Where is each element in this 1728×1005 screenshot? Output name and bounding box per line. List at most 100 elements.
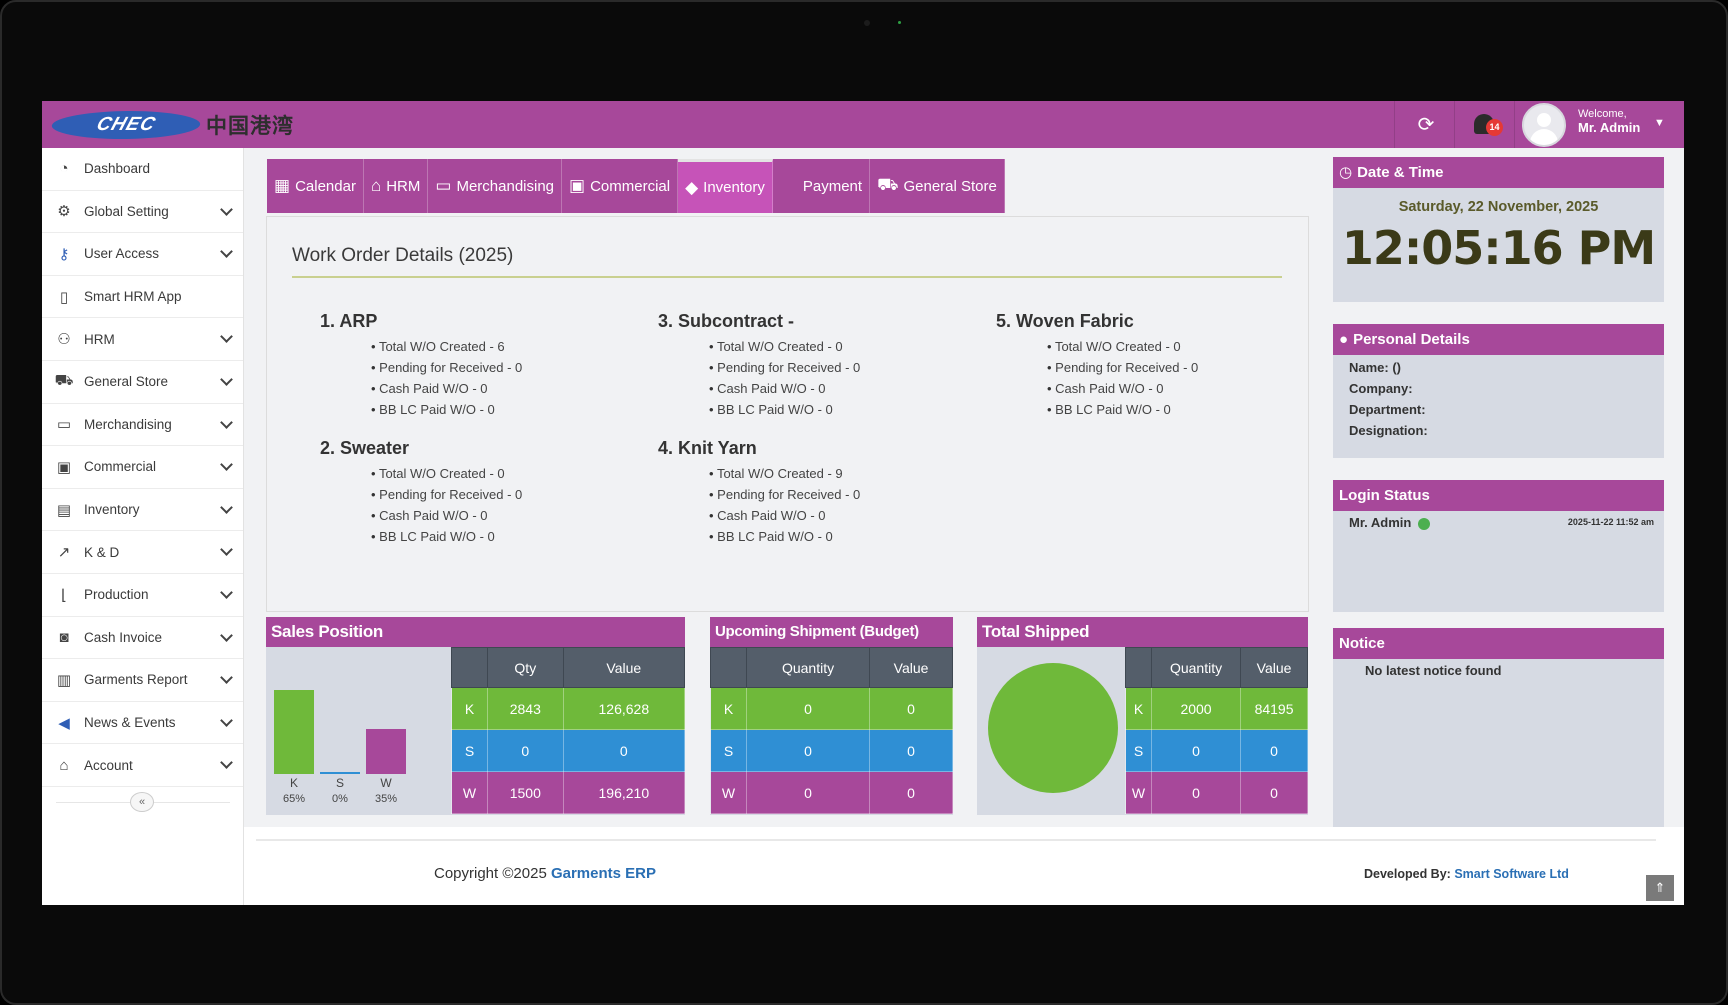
wo-section-heading: 3. Subcontract -	[658, 311, 795, 331]
value-cell: 84195	[1240, 687, 1308, 730]
qty-cell: 2000	[1150, 687, 1242, 730]
wo-line: Pending for Received - 0	[1047, 357, 1296, 378]
wo-section-list: Total W/O Created - 9 Pending for Receiv…	[658, 463, 958, 547]
developer-credit: Developed By: Smart Software Ltd	[1364, 867, 1569, 881]
collapse-sidebar-button[interactable]: «	[130, 792, 154, 812]
bar-category-label: S	[335, 776, 344, 790]
value-cell: 126,628	[562, 687, 686, 730]
online-status-icon	[1417, 517, 1430, 530]
row-label: K	[1125, 687, 1152, 730]
sidebar-item-k-and-d[interactable]: ↗ K & D	[42, 531, 243, 574]
upcoming-shipment-card: Upcoming Shipment (Budget) Quantity Valu…	[710, 617, 953, 815]
table-header-row: Quantity Value	[710, 647, 953, 688]
laptop-icon: ▭	[56, 416, 72, 434]
copyright-text: Copyright ©2025	[434, 865, 551, 882]
home-icon: ⌂	[370, 176, 382, 195]
panel-title: Notice	[1339, 635, 1385, 652]
wo-section-subcontract: 3. Subcontract - Total W/O Created - 0 P…	[658, 311, 958, 420]
sidebar-item-inventory[interactable]: ▤ Inventory	[42, 489, 243, 532]
bar-k	[274, 690, 314, 774]
sidebar-item-label: Smart HRM App	[84, 289, 182, 305]
user-avatar[interactable]	[1522, 103, 1566, 147]
tab-general-store[interactable]: ⛟ General Store	[870, 159, 1005, 213]
login-status-panel: Login Status Mr. Admin 2025-11-22 11:52 …	[1333, 480, 1664, 612]
chevron-down-icon	[220, 500, 233, 514]
welcome-block[interactable]: Welcome, Mr. Admin	[1578, 107, 1640, 135]
sidebar-item-global-setting[interactable]: ⚙ Global Setting	[42, 191, 243, 234]
user-menu-caret-icon[interactable]: ▼	[1654, 117, 1665, 129]
table-header	[451, 647, 488, 688]
developer-link[interactable]: Smart Software Ltd	[1454, 867, 1569, 881]
refresh-icon[interactable]: ⟳	[1412, 111, 1440, 139]
sidebar-item-merchandising[interactable]: ▭ Merchandising	[42, 404, 243, 447]
notification-bell-icon[interactable]: 14	[1470, 110, 1503, 140]
panel-title: Login Status	[1339, 487, 1430, 504]
tab-commercial[interactable]: ▣ Commercial	[562, 159, 679, 213]
panel-header: Login Status	[1333, 480, 1664, 511]
bar-category-label: W	[380, 776, 392, 790]
wo-section-heading: 5. Woven Fabric	[996, 311, 1134, 331]
chevron-down-icon	[220, 713, 233, 727]
sidebar-item-general-store[interactable]: ⛟ General Store	[42, 361, 243, 404]
sidebar-item-garments-report[interactable]: ▥ Garments Report	[42, 659, 243, 702]
sidebar-item-user-access[interactable]: ⚷ User Access	[42, 233, 243, 276]
card-title: Total Shipped	[977, 617, 1308, 647]
table-header-row: Qty Value	[451, 647, 686, 688]
camera-dot	[864, 20, 870, 26]
sidebar-item-account[interactable]: ⌂ Account	[42, 744, 243, 787]
personal-details-list: Name: () Company: Department: Designatio…	[1333, 357, 1664, 441]
wo-section-heading: 2. Sweater	[320, 438, 410, 458]
gauge-icon: ◔	[59, 160, 69, 178]
sidebar-item-label: HRM	[84, 331, 115, 347]
sidebar-item-news-events[interactable]: ◀ News & Events	[42, 702, 243, 745]
wo-line: Cash Paid W/O - 0	[709, 505, 958, 526]
company-logo[interactable]: CHEC 中国港湾	[47, 110, 294, 140]
scroll-to-top-button[interactable]: ⇑	[1646, 875, 1674, 901]
total-shipped-card: Total Shipped Quantity Value K 2000 8419…	[977, 617, 1308, 815]
sidebar-item-label: Account	[84, 757, 133, 773]
sidebar-item-dashboard[interactable]: ◔ Dashboard	[42, 148, 243, 191]
tab-inventory[interactable]: ◆ Inventory	[678, 159, 773, 213]
detail-department: Department:	[1349, 402, 1426, 417]
sidebar: ◔ Dashboard ⚙ Global Setting ⚷ User Acce…	[42, 148, 244, 905]
tab-calendar[interactable]: ▦ Calendar	[267, 159, 364, 213]
app-screen: CHEC 中国港湾 ⟳ 14 Welcome, Mr. Admin ▼ ◔ Da…	[42, 101, 1684, 905]
sidebar-item-commercial[interactable]: ▣ Commercial	[42, 446, 243, 489]
bar-w	[366, 729, 406, 774]
row-label: W	[451, 771, 488, 814]
tab-label: Payment	[802, 177, 863, 195]
wo-line: Cash Paid W/O - 0	[371, 378, 620, 399]
sidebar-item-hrm[interactable]: ⚇ HRM	[42, 318, 243, 361]
copyright-link[interactable]: Garments ERP	[551, 865, 656, 882]
tab-hrm[interactable]: ⌂ HRM	[363, 159, 429, 213]
panel-header: Notice	[1333, 628, 1664, 659]
tab-merchandising[interactable]: ▭ Merchandising	[428, 159, 563, 213]
tab-label: Calendar	[295, 177, 356, 195]
bar-category-label: K	[289, 776, 298, 790]
tab-payment[interactable]: Payment	[772, 159, 871, 213]
briefcase-icon: ▣	[56, 458, 72, 476]
bar-percent-label: 65%	[282, 793, 306, 805]
table-row: W 0 0	[710, 771, 953, 814]
avatar-head	[1537, 113, 1551, 127]
footer-divider	[256, 839, 1656, 841]
sidebar-item-smart-hrm-app[interactable]: ▯ Smart HRM App	[42, 276, 243, 319]
wo-line: Total W/O Created - 0	[709, 336, 958, 357]
qty-cell: 0	[745, 687, 871, 730]
value-cell: 0	[869, 771, 953, 814]
wo-line: BB LC Paid W/O - 0	[709, 526, 958, 547]
bar-percent-label: 35%	[374, 793, 398, 805]
briefcase-icon: ▣	[569, 176, 586, 195]
login-time: 2025-11-22 11:52 am	[1567, 517, 1654, 527]
tab-label: Commercial	[590, 177, 671, 195]
table-row: S 0 0	[710, 729, 953, 772]
qty-cell: 2843	[487, 687, 564, 730]
wo-section-sweater: 2. Sweater Total W/O Created - 0 Pending…	[320, 438, 620, 547]
sidebar-item-cash-invoice[interactable]: ◙ Cash Invoice	[42, 617, 243, 660]
table-header	[1125, 647, 1152, 688]
developer-label: Developed By:	[1364, 867, 1455, 881]
sidebar-item-label: Inventory	[84, 502, 140, 518]
sidebar-item-production[interactable]: ⌊ Production	[42, 574, 243, 617]
login-user: Mr. Admin	[1349, 515, 1412, 530]
datetime-panel: ◷ Date & Time Saturday, 22 November, 2025…	[1333, 157, 1664, 302]
